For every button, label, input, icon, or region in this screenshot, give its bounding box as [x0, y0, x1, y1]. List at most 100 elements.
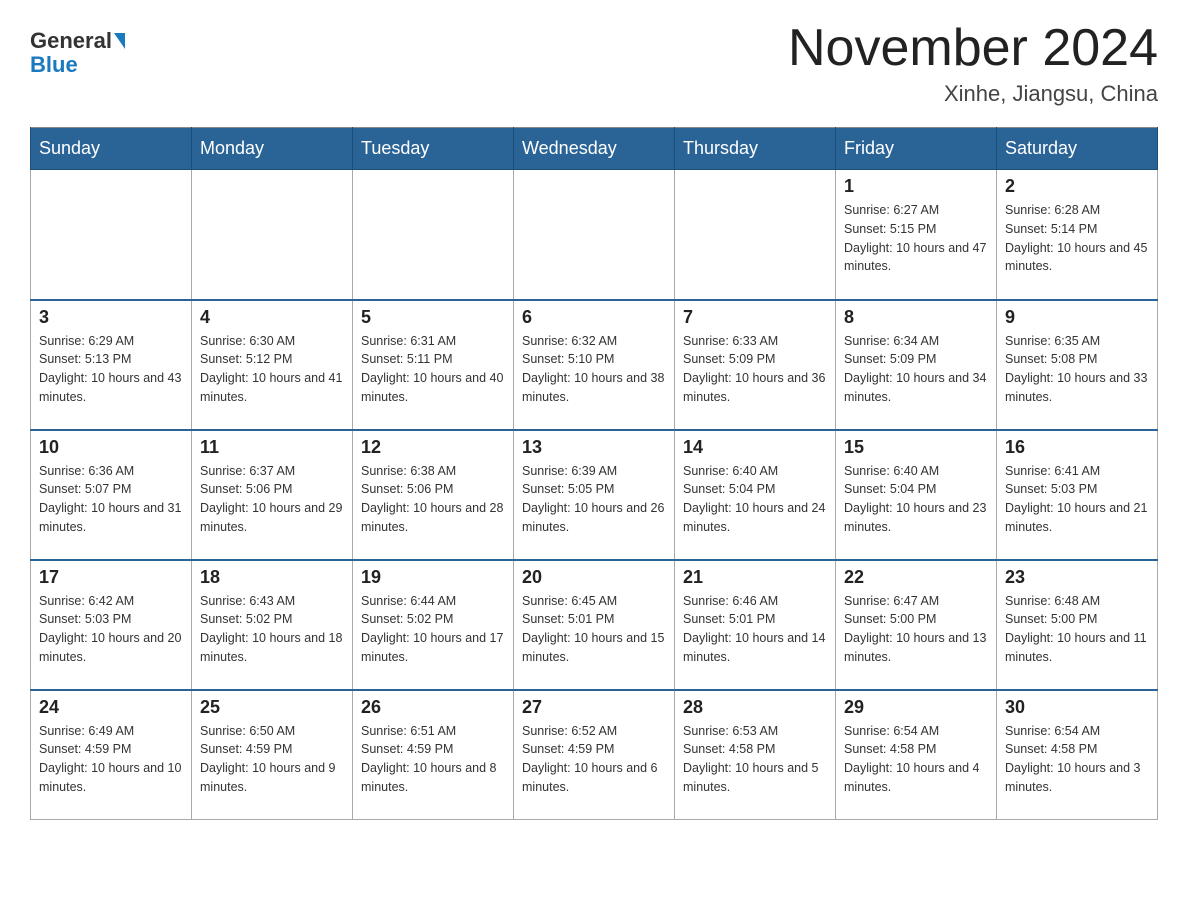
calendar-cell [192, 170, 353, 300]
day-number: 19 [361, 567, 505, 588]
calendar-cell: 6 Sunrise: 6:32 AMSunset: 5:10 PMDaylight… [514, 300, 675, 430]
day-number: 9 [1005, 307, 1149, 328]
day-info: Sunrise: 6:42 AMSunset: 5:03 PMDaylight:… [39, 592, 183, 667]
day-number: 11 [200, 437, 344, 458]
day-info: Sunrise: 6:35 AMSunset: 5:08 PMDaylight:… [1005, 332, 1149, 407]
calendar-cell: 5 Sunrise: 6:31 AMSunset: 5:11 PMDaylight… [353, 300, 514, 430]
day-info: Sunrise: 6:51 AMSunset: 4:59 PMDaylight:… [361, 722, 505, 797]
day-info: Sunrise: 6:28 AMSunset: 5:14 PMDaylight:… [1005, 201, 1149, 276]
calendar-cell: 16 Sunrise: 6:41 AMSunset: 5:03 PMDayligh… [997, 430, 1158, 560]
calendar-cell [675, 170, 836, 300]
day-number: 2 [1005, 176, 1149, 197]
day-info: Sunrise: 6:45 AMSunset: 5:01 PMDaylight:… [522, 592, 666, 667]
day-info: Sunrise: 6:32 AMSunset: 5:10 PMDaylight:… [522, 332, 666, 407]
calendar-cell: 20 Sunrise: 6:45 AMSunset: 5:01 PMDayligh… [514, 560, 675, 690]
col-header-tuesday: Tuesday [353, 128, 514, 170]
day-number: 27 [522, 697, 666, 718]
day-info: Sunrise: 6:47 AMSunset: 5:00 PMDaylight:… [844, 592, 988, 667]
calendar-cell: 21Sunrise: 6:46 AMSunset: 5:01 PMDayligh… [675, 560, 836, 690]
calendar-cell: 19 Sunrise: 6:44 AMSunset: 5:02 PMDayligh… [353, 560, 514, 690]
calendar-cell: 3 Sunrise: 6:29 AMSunset: 5:13 PMDaylight… [31, 300, 192, 430]
calendar-cell: 14 Sunrise: 6:40 AMSunset: 5:04 PMDayligh… [675, 430, 836, 560]
calendar-week-row: 1 Sunrise: 6:27 AMSunset: 5:15 PMDaylight… [31, 170, 1158, 300]
day-info: Sunrise: 6:37 AMSunset: 5:06 PMDaylight:… [200, 462, 344, 537]
calendar-cell: 11 Sunrise: 6:37 AMSunset: 5:06 PMDayligh… [192, 430, 353, 560]
day-info: Sunrise: 6:40 AMSunset: 5:04 PMDaylight:… [683, 462, 827, 537]
day-info: Sunrise: 6:46 AMSunset: 5:01 PMDaylight:… [683, 592, 827, 667]
day-number: 20 [522, 567, 666, 588]
calendar-cell: 10Sunrise: 6:36 AMSunset: 5:07 PMDayligh… [31, 430, 192, 560]
day-info: Sunrise: 6:30 AMSunset: 5:12 PMDaylight:… [200, 332, 344, 407]
calendar-cell: 18Sunrise: 6:43 AMSunset: 5:02 PMDayligh… [192, 560, 353, 690]
calendar-cell [514, 170, 675, 300]
col-header-sunday: Sunday [31, 128, 192, 170]
day-number: 14 [683, 437, 827, 458]
day-number: 12 [361, 437, 505, 458]
day-number: 30 [1005, 697, 1149, 718]
calendar-cell: 7 Sunrise: 6:33 AMSunset: 5:09 PMDaylight… [675, 300, 836, 430]
day-info: Sunrise: 6:50 AMSunset: 4:59 PMDaylight:… [200, 722, 344, 797]
day-info: Sunrise: 6:41 AMSunset: 5:03 PMDaylight:… [1005, 462, 1149, 537]
day-number: 23 [1005, 567, 1149, 588]
calendar-cell: 2 Sunrise: 6:28 AMSunset: 5:14 PMDaylight… [997, 170, 1158, 300]
day-info: Sunrise: 6:44 AMSunset: 5:02 PMDaylight:… [361, 592, 505, 667]
calendar-cell: 27Sunrise: 6:52 AMSunset: 4:59 PMDayligh… [514, 690, 675, 820]
calendar-table: SundayMondayTuesdayWednesdayThursdayFrid… [30, 127, 1158, 820]
calendar-cell: 15 Sunrise: 6:40 AMSunset: 5:04 PMDayligh… [836, 430, 997, 560]
day-info: Sunrise: 6:29 AMSunset: 5:13 PMDaylight:… [39, 332, 183, 407]
col-header-monday: Monday [192, 128, 353, 170]
day-number: 26 [361, 697, 505, 718]
day-number: 3 [39, 307, 183, 328]
day-number: 16 [1005, 437, 1149, 458]
day-info: Sunrise: 6:38 AMSunset: 5:06 PMDaylight:… [361, 462, 505, 537]
calendar-cell: 30Sunrise: 6:54 AMSunset: 4:58 PMDayligh… [997, 690, 1158, 820]
day-number: 10 [39, 437, 183, 458]
day-number: 8 [844, 307, 988, 328]
day-number: 4 [200, 307, 344, 328]
calendar-cell: 12 Sunrise: 6:38 AMSunset: 5:06 PMDayligh… [353, 430, 514, 560]
location: Xinhe, Jiangsu, China [788, 81, 1158, 107]
calendar-cell: 25Sunrise: 6:50 AMSunset: 4:59 PMDayligh… [192, 690, 353, 820]
col-header-thursday: Thursday [675, 128, 836, 170]
day-number: 22 [844, 567, 988, 588]
calendar-cell: 29Sunrise: 6:54 AMSunset: 4:58 PMDayligh… [836, 690, 997, 820]
day-number: 17 [39, 567, 183, 588]
day-info: Sunrise: 6:33 AMSunset: 5:09 PMDaylight:… [683, 332, 827, 407]
day-info: Sunrise: 6:53 AMSunset: 4:58 PMDaylight:… [683, 722, 827, 797]
calendar-cell: 13 Sunrise: 6:39 AMSunset: 5:05 PMDayligh… [514, 430, 675, 560]
calendar-header-row: SundayMondayTuesdayWednesdayThursdayFrid… [31, 128, 1158, 170]
calendar-cell [353, 170, 514, 300]
col-header-wednesday: Wednesday [514, 128, 675, 170]
calendar-week-row: 17 Sunrise: 6:42 AMSunset: 5:03 PMDayligh… [31, 560, 1158, 690]
col-header-friday: Friday [836, 128, 997, 170]
day-info: Sunrise: 6:40 AMSunset: 5:04 PMDaylight:… [844, 462, 988, 537]
day-number: 28 [683, 697, 827, 718]
day-info: Sunrise: 6:27 AMSunset: 5:15 PMDaylight:… [844, 201, 988, 276]
calendar-week-row: 10Sunrise: 6:36 AMSunset: 5:07 PMDayligh… [31, 430, 1158, 560]
calendar-cell: 9 Sunrise: 6:35 AMSunset: 5:08 PMDaylight… [997, 300, 1158, 430]
logo-general: General [30, 30, 112, 52]
day-number: 1 [844, 176, 988, 197]
calendar-cell: 26 Sunrise: 6:51 AMSunset: 4:59 PMDayligh… [353, 690, 514, 820]
day-number: 5 [361, 307, 505, 328]
day-info: Sunrise: 6:48 AMSunset: 5:00 PMDaylight:… [1005, 592, 1149, 667]
day-info: Sunrise: 6:31 AMSunset: 5:11 PMDaylight:… [361, 332, 505, 407]
calendar-week-row: 24Sunrise: 6:49 AMSunset: 4:59 PMDayligh… [31, 690, 1158, 820]
calendar-cell: 4 Sunrise: 6:30 AMSunset: 5:12 PMDaylight… [192, 300, 353, 430]
col-header-saturday: Saturday [997, 128, 1158, 170]
calendar-cell [31, 170, 192, 300]
day-number: 7 [683, 307, 827, 328]
calendar-cell: 1 Sunrise: 6:27 AMSunset: 5:15 PMDaylight… [836, 170, 997, 300]
page-header: General Blue November 2024 Xinhe, Jiangs… [30, 20, 1158, 107]
logo: General Blue [30, 30, 125, 78]
month-title: November 2024 [788, 20, 1158, 77]
day-number: 6 [522, 307, 666, 328]
calendar-cell: 17 Sunrise: 6:42 AMSunset: 5:03 PMDayligh… [31, 560, 192, 690]
calendar-cell: 24Sunrise: 6:49 AMSunset: 4:59 PMDayligh… [31, 690, 192, 820]
calendar-cell: 23 Sunrise: 6:48 AMSunset: 5:00 PMDayligh… [997, 560, 1158, 690]
day-number: 13 [522, 437, 666, 458]
day-info: Sunrise: 6:39 AMSunset: 5:05 PMDaylight:… [522, 462, 666, 537]
day-number: 15 [844, 437, 988, 458]
calendar-cell: 8 Sunrise: 6:34 AMSunset: 5:09 PMDaylight… [836, 300, 997, 430]
day-info: Sunrise: 6:34 AMSunset: 5:09 PMDaylight:… [844, 332, 988, 407]
